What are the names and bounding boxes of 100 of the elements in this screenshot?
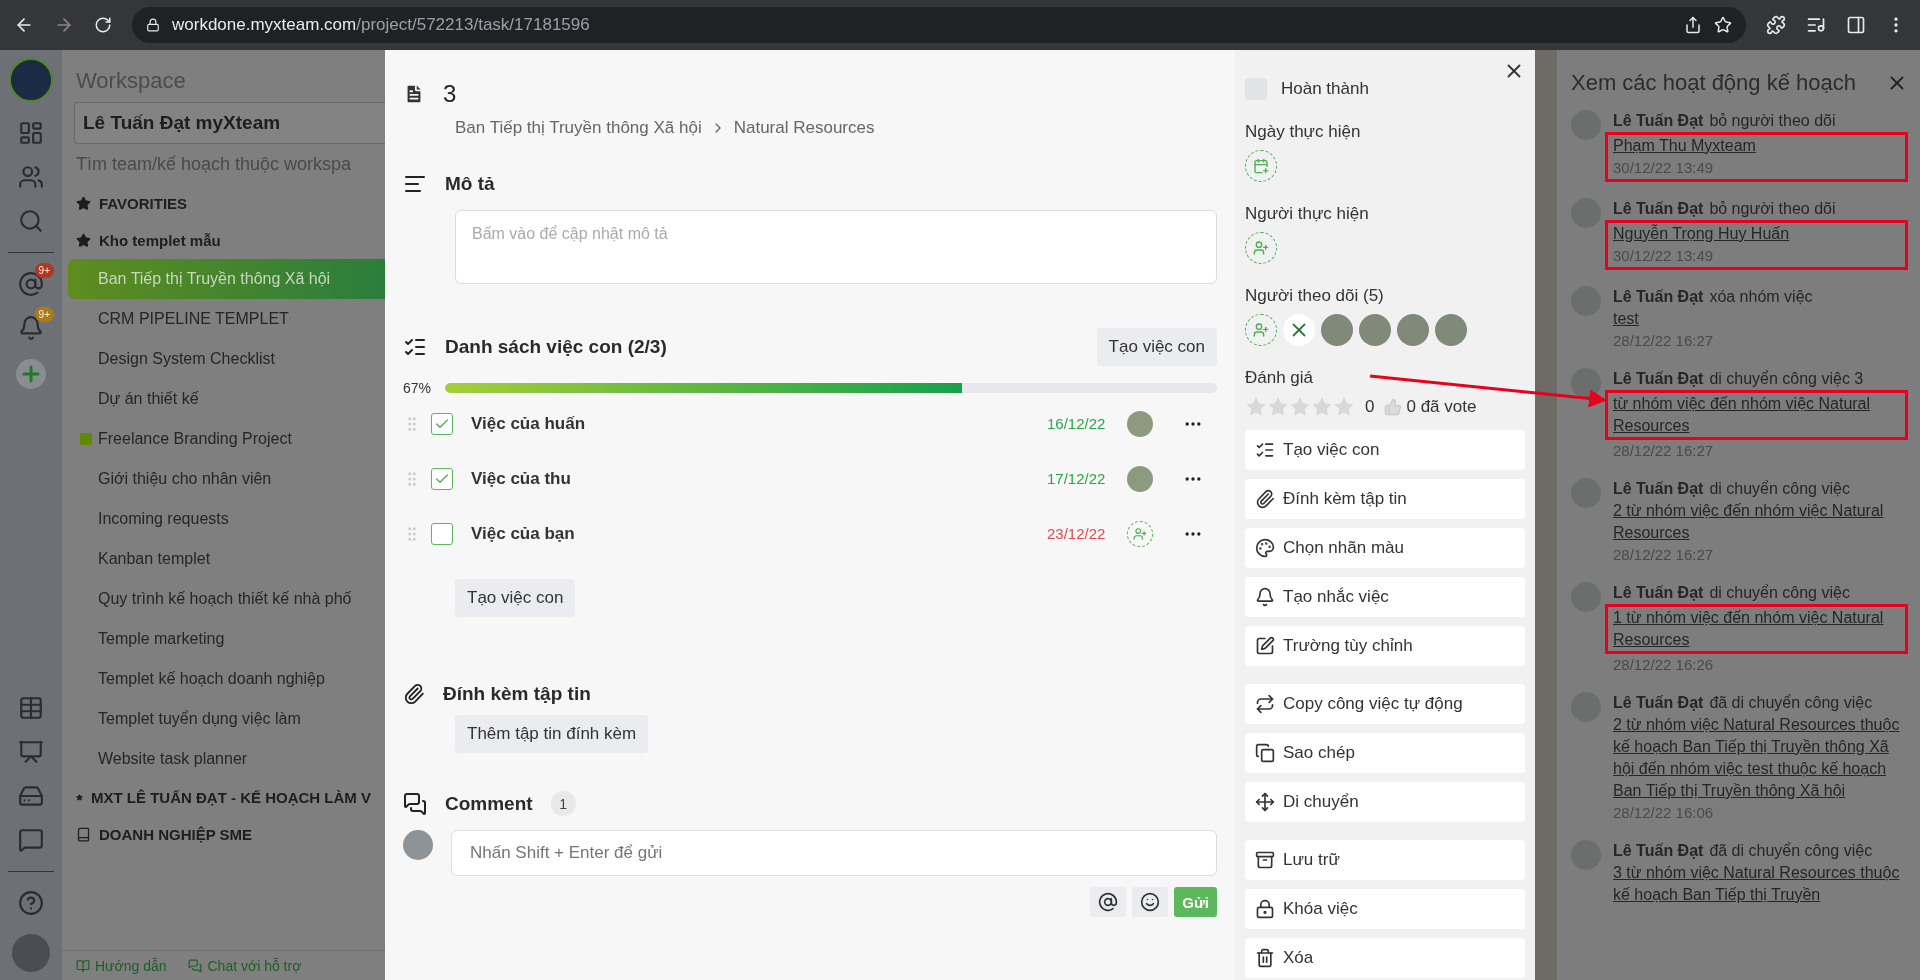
add-attachment-button[interactable]: Thêm tập tin đính kèm: [455, 715, 649, 753]
action-button[interactable]: Tạo nhắc việc: [1245, 577, 1525, 617]
plan-item[interactable]: Temple marketing: [68, 619, 385, 659]
comment-count: 1: [550, 791, 576, 816]
plan-item[interactable]: Kanban templet: [68, 539, 385, 579]
extensions-icon[interactable]: [1766, 15, 1786, 35]
task-title[interactable]: 3: [443, 80, 457, 108]
activity-link[interactable]: 3 từ nhóm việc Natural Resources thuộc kế hoạch Ban Tiếp thị Truyền: [1613, 862, 1908, 906]
action-button[interactable]: Trường tùy chỉnh: [1245, 626, 1525, 666]
dashboard-icon[interactable]: [18, 120, 44, 146]
activity-link[interactable]: từ nhóm việc đến nhóm việc Natural Resources: [1613, 393, 1899, 437]
plan-item[interactable]: Freelance Branding Project: [68, 419, 385, 459]
add-subtask-button[interactable]: Tạo việc con: [1096, 328, 1217, 366]
activity-action: di chuyển công việc 3: [1709, 370, 1864, 387]
follower-avatar[interactable]: [1397, 314, 1429, 346]
follower-avatar[interactable]: [1321, 314, 1353, 346]
section-title: Mô tả: [445, 173, 495, 195]
presentation-icon[interactable]: [18, 739, 44, 765]
subtask-checkbox[interactable]: [431, 522, 453, 545]
help-icon[interactable]: [18, 890, 44, 916]
chat-icon[interactable]: [18, 827, 44, 853]
plan-item[interactable]: Incoming requests: [68, 499, 385, 539]
workspace-logo[interactable]: [9, 58, 53, 102]
plan-item[interactable]: Dự án thiết kế: [68, 379, 385, 419]
field-label: Người thực hiện: [1245, 204, 1370, 224]
activity-action: đã di chuyển công việc: [1709, 842, 1873, 859]
send-button[interactable]: Gửi: [1174, 887, 1217, 917]
description-field[interactable]: Bấm vào để cập nhật mô tả: [455, 210, 1217, 284]
assignee-avatar[interactable]: [1127, 410, 1153, 437]
user-avatar[interactable]: [12, 934, 50, 972]
emoji-button[interactable]: [1132, 887, 1169, 917]
section-heading[interactable]: FAVORITIES: [99, 195, 188, 212]
bookmark-star-icon[interactable]: [1714, 16, 1732, 34]
due-date[interactable]: 23/12/22: [1047, 525, 1109, 542]
action-button[interactable]: Đính kèm tập tin: [1245, 479, 1525, 519]
archive-icon: [1255, 850, 1275, 870]
plan-item[interactable]: Giới thiệu cho nhân viên: [68, 459, 385, 499]
section-heading[interactable]: DOANH NGHIỆP SME: [99, 826, 253, 843]
at-sign-icon: [1098, 892, 1119, 912]
plan-item[interactable]: Ban Tiếp thị Truyền thông Xã hội: [68, 259, 385, 299]
logo-avatar[interactable]: [1283, 314, 1315, 346]
share-icon[interactable]: [1684, 16, 1702, 34]
section-title: Comment: [445, 792, 533, 815]
side-panel-icon[interactable]: [1846, 15, 1866, 35]
add-subtask-button[interactable]: Tạo việc con: [455, 579, 576, 617]
subtask-name[interactable]: Việc của thu: [471, 468, 1037, 489]
assignee-avatar[interactable]: [1127, 465, 1153, 492]
due-date[interactable]: 17/12/22: [1047, 470, 1109, 487]
action-button[interactable]: Di chuyển: [1245, 782, 1525, 822]
activity-link[interactable]: 2 từ nhóm việc đến nhóm việc Natural Resources: [1613, 500, 1908, 544]
breadcrumb-link[interactable]: Ban Tiếp thị Truyền thông Xã hội: [455, 118, 702, 138]
search-icon[interactable]: [18, 208, 44, 234]
footer-link[interactable]: Hướng dẫn: [76, 957, 167, 974]
activity-link[interactable]: Nguyễn Trọng Huy Huấn: [1613, 223, 1899, 245]
book-icon: [76, 827, 91, 842]
section-title: Danh sách việc con (2/3): [445, 336, 667, 358]
plan-item[interactable]: Quy trình kế hoạch thiết kế nhà phố: [68, 579, 385, 619]
star-icon: [76, 233, 91, 248]
users-icon[interactable]: [18, 164, 44, 190]
activity-link[interactable]: Phạm Thu Myxteam: [1613, 135, 1899, 157]
subtask-name[interactable]: Việc của bạn: [471, 523, 1037, 544]
action-button[interactable]: Khóa việc: [1245, 889, 1525, 929]
plan-item[interactable]: Website task planner: [68, 739, 385, 779]
follower-avatar[interactable]: [1359, 314, 1391, 346]
drive-icon[interactable]: [18, 783, 44, 809]
reload-icon[interactable]: [94, 16, 112, 34]
breadcrumb-link[interactable]: Natural Resources: [733, 118, 875, 138]
plan-item[interactable]: Design System Checklist: [68, 339, 385, 379]
activity-actor: Lê Tuấn Đạt: [1613, 112, 1704, 129]
subtask-checkbox[interactable]: [431, 467, 453, 490]
action-button[interactable]: Lưu trữ: [1245, 840, 1525, 880]
lock-icon: [1255, 899, 1275, 919]
action-button[interactable]: Sao chép: [1245, 733, 1525, 773]
activity-link[interactable]: 1 từ nhóm việc đến nhóm việc Natural Resources: [1613, 607, 1899, 651]
section-heading[interactable]: Kho templet mẫu: [99, 232, 221, 249]
mention-button[interactable]: [1090, 887, 1127, 917]
action-button[interactable]: Tạo việc con: [1245, 430, 1525, 470]
due-date[interactable]: 16/12/22: [1047, 415, 1109, 432]
add-button[interactable]: [16, 359, 46, 389]
subtask-checkbox[interactable]: [431, 412, 453, 435]
subtask-name[interactable]: Việc của huấn: [471, 413, 1037, 434]
footer-link[interactable]: Chat với hỗ trợ: [188, 957, 302, 974]
workspace-select[interactable]: Lê Tuấn Đạt myXteam: [74, 102, 385, 144]
rating-stars[interactable]: [1245, 396, 1355, 418]
activity-link[interactable]: 2 từ nhóm việc Natural Resources thuộc kế hoạch Ban Tiếp thị Truyền thông Xã hội đến nhóm việc test thuộc kế hoạch Ban Tiếp thị Truyền thông Xã hội: [1613, 714, 1908, 802]
plan-item[interactable]: CRM PIPELINE TEMPLET: [68, 299, 385, 339]
palette-icon: [1255, 538, 1275, 558]
address-bar[interactable]: workdone.myxteam.com/project/572213/task/17181596: [132, 7, 1746, 43]
plan-item[interactable]: Templet kế hoạch doanh nghiệp: [68, 659, 385, 699]
media-icon[interactable]: [1806, 15, 1826, 35]
action-button[interactable]: Xóa: [1245, 938, 1525, 978]
comment-field[interactable]: Nhấn Shift + Enter để gửi: [451, 830, 1217, 876]
activity-link[interactable]: test: [1613, 308, 1908, 330]
action-button[interactable]: Chọn nhãn màu: [1245, 528, 1525, 568]
action-button[interactable]: Copy công việc tự động: [1245, 684, 1525, 724]
plan-item[interactable]: Templet tuyển dụng việc làm: [68, 699, 385, 739]
board-icon[interactable]: [18, 695, 44, 721]
follower-avatar[interactable]: [1435, 314, 1467, 346]
field-label: Người theo dõi (5): [1245, 286, 1385, 306]
section-heading[interactable]: MXT LÊ TUẤN ĐẠT - KẾ HOẠCH LÀM V: [91, 789, 371, 806]
